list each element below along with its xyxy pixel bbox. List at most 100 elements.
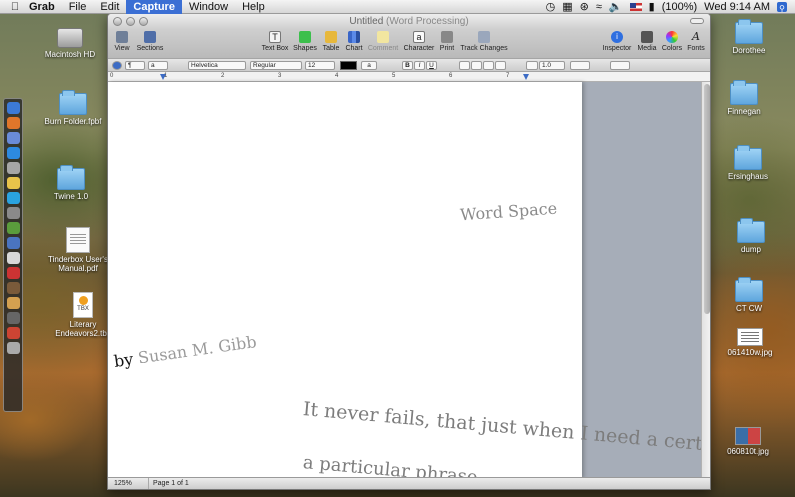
desktop-icon-dump[interactable]: dump <box>716 218 786 254</box>
menu-file[interactable]: File <box>62 0 94 14</box>
character-icon: a <box>413 31 425 43</box>
desktop-icon-060810t[interactable]: 060810t.jpg <box>713 427 783 456</box>
menu-capture[interactable]: Capture <box>126 0 182 14</box>
mail-icon[interactable] <box>6 132 20 144</box>
underline-button[interactable]: U <box>426 61 437 70</box>
menu-edit[interactable]: Edit <box>93 0 126 14</box>
align-justify-button[interactable] <box>495 61 506 70</box>
menu-grab[interactable]: Grab <box>22 0 62 14</box>
chart-button[interactable]: Chart <box>344 31 364 52</box>
print-icon <box>441 31 453 43</box>
line-spacing-icon <box>526 61 538 70</box>
zoom-button[interactable] <box>139 17 148 26</box>
comment-button[interactable]: Comment <box>366 31 400 52</box>
desktop-icon-burn-folder[interactable]: Burn Folder.fpbf <box>38 90 108 126</box>
close-button[interactable] <box>113 17 122 26</box>
window-titlebar[interactable]: Untitled (Word Processing) <box>108 14 710 29</box>
fonts-button[interactable]: A Fonts <box>686 31 706 53</box>
clock[interactable]: Wed 9:14 AM <box>704 0 770 14</box>
highlight-color-well[interactable]: a <box>361 61 377 70</box>
finder-icon[interactable] <box>6 102 20 114</box>
bluetooth-icon[interactable]: ⊛ <box>580 0 589 14</box>
ical-icon[interactable] <box>6 237 20 249</box>
app-icon[interactable] <box>6 222 20 234</box>
media-button[interactable]: Media <box>636 31 658 52</box>
safari-icon[interactable] <box>6 147 20 159</box>
desktop-icon-061410w[interactable]: 061410w.jpg <box>715 328 785 357</box>
desktop-icon-twine[interactable]: Twine 1.0 <box>36 165 106 201</box>
desktop-icon-finnegan[interactable]: Finnegan <box>709 80 779 116</box>
track-changes-button[interactable]: Track Changes <box>460 31 508 52</box>
text-box-button[interactable]: T Text Box <box>260 31 290 52</box>
view-button[interactable]: View <box>112 31 132 52</box>
align-center-button[interactable] <box>471 61 482 70</box>
zoom-select[interactable]: 125% <box>114 478 132 489</box>
trash-icon[interactable] <box>6 342 20 354</box>
body-line-1: It never fails, that just when I need a … <box>302 398 711 463</box>
calendar-icon[interactable] <box>6 267 20 279</box>
italic-button[interactable]: I <box>414 61 425 70</box>
pages-icon[interactable] <box>6 297 20 309</box>
bold-button[interactable]: B <box>402 61 413 70</box>
apple-menu-icon[interactable]:  <box>8 1 22 13</box>
inspector-button[interactable]: i Inspector <box>602 31 632 52</box>
notes-icon[interactable] <box>6 177 20 189</box>
burn-folder-icon <box>59 90 87 115</box>
colors-button[interactable]: Colors <box>660 31 684 52</box>
table-icon <box>325 31 337 43</box>
view-icon <box>116 31 128 43</box>
font-family-select[interactable]: Helvetica <box>188 61 246 70</box>
skype-icon[interactable] <box>6 192 20 204</box>
dock <box>3 98 23 412</box>
image-file-icon <box>737 328 763 346</box>
document-page[interactable]: Word Space by Susan M. Gibb It never fai… <box>108 82 710 489</box>
desktop-icon-tinderbox-manual[interactable]: Tinderbox User's Manual.pdf <box>43 227 113 273</box>
photo-icon[interactable] <box>6 282 20 294</box>
list-style-select[interactable] <box>610 61 630 70</box>
desktop-icon-dorothee[interactable]: Dorothee <box>714 19 784 55</box>
desktop-icon-macintosh-hd[interactable]: Macintosh HD <box>35 28 105 59</box>
styles-drawer-button[interactable] <box>112 61 122 70</box>
scrollbar-thumb[interactable] <box>704 84 710 314</box>
print-button[interactable]: Print <box>438 31 456 52</box>
sections-button[interactable]: Sections <box>136 31 164 52</box>
line-spacing-select[interactable]: 1.0 <box>539 61 565 70</box>
columns-select[interactable] <box>570 61 590 70</box>
firefox-icon[interactable] <box>6 117 20 129</box>
battery-icon[interactable]: ▮ <box>649 0 655 14</box>
font-style-select[interactable]: Regular <box>250 61 302 70</box>
desktop-icon-ersinghaus[interactable]: Ersinghaus <box>713 145 783 181</box>
toolbar-toggle-button[interactable] <box>690 18 704 24</box>
character-style-select[interactable]: a <box>148 61 168 70</box>
align-right-button[interactable] <box>483 61 494 70</box>
minimize-button[interactable] <box>126 17 135 26</box>
shapes-icon <box>299 31 311 43</box>
script-menu-icon[interactable]: ▦ <box>562 0 572 14</box>
desktop-icon-ct-cw[interactable]: CT CW <box>714 277 784 313</box>
character-button[interactable]: a Character <box>402 31 436 52</box>
input-menu-flag-icon[interactable] <box>629 2 642 11</box>
time-machine-icon[interactable]: ◷ <box>546 0 556 14</box>
ruler[interactable]: 0 1 2 3 4 5 6 7 <box>108 72 710 82</box>
font-size-select[interactable]: 12 <box>305 61 335 70</box>
table-button[interactable]: Table <box>320 31 342 52</box>
volume-icon[interactable]: 🔈 <box>609 0 623 14</box>
shapes-button[interactable]: Shapes <box>292 31 318 52</box>
paragraph-style-select[interactable]: ¶ <box>125 61 145 70</box>
address-book-icon[interactable] <box>6 252 20 264</box>
text-color-well[interactable] <box>340 61 357 70</box>
menu-help[interactable]: Help <box>235 0 272 14</box>
right-indent-marker[interactable] <box>523 74 529 80</box>
vertical-scrollbar[interactable] <box>701 82 710 479</box>
wifi-icon[interactable]: ≈ <box>596 0 602 14</box>
preview-icon[interactable] <box>6 162 20 174</box>
spotlight-icon[interactable]: ⚲ <box>777 1 787 13</box>
page-count: Page 1 of 1 <box>148 478 189 489</box>
menu-window[interactable]: Window <box>182 0 235 14</box>
left-indent-marker[interactable] <box>160 74 166 80</box>
align-left-button[interactable] <box>459 61 470 70</box>
pages-window: Untitled (Word Processing) View Sections… <box>107 13 711 490</box>
system-prefs-icon[interactable] <box>6 312 20 324</box>
filezilla-icon[interactable] <box>6 327 20 339</box>
utility-icon[interactable] <box>6 207 20 219</box>
